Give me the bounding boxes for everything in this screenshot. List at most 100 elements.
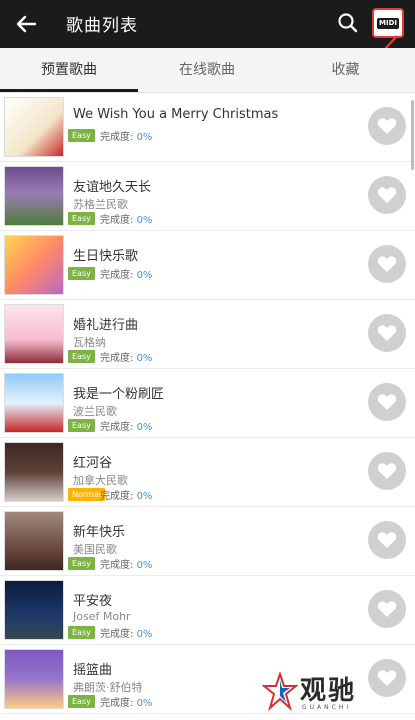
watermark-text: 观驰 xyxy=(300,676,357,706)
completion-progress: 完成度: 0% xyxy=(100,487,152,502)
completion-label: 完成度: xyxy=(100,270,134,281)
song-list[interactable]: We Wish You a Merry Christmas Easy 完成度: 0%… xyxy=(0,93,415,714)
album-cover xyxy=(4,166,64,226)
song-artist: 美国民歌 xyxy=(73,543,117,556)
completion-progress: 完成度: 0% xyxy=(100,266,152,281)
tab-preset-songs[interactable]: 预置歌曲 xyxy=(0,48,138,92)
album-cover xyxy=(4,442,64,502)
completion-label: 完成度: xyxy=(100,215,134,226)
completion-label: 完成度: xyxy=(100,353,134,364)
song-artist: 苏格兰民歌 xyxy=(73,198,128,211)
album-cover xyxy=(4,235,64,295)
difficulty-badge: Easy xyxy=(68,419,95,432)
page-title: 歌曲列表 xyxy=(66,16,138,36)
tab-online-songs[interactable]: 在线歌曲 xyxy=(138,48,276,92)
completion-value: 0% xyxy=(136,132,153,143)
midi-label: MIDI xyxy=(377,18,399,29)
song-row[interactable]: 生日快乐歌 Easy 完成度: 0% xyxy=(0,231,415,300)
song-title: 生日快乐歌 xyxy=(73,249,139,264)
completion-value: 0% xyxy=(136,629,153,640)
song-row[interactable]: 友谊地久天长 苏格兰民歌 Easy 完成度: 0% xyxy=(0,162,415,231)
difficulty-badge: Easy xyxy=(68,350,95,363)
heart-icon xyxy=(377,118,397,134)
completion-value: 0% xyxy=(136,270,153,281)
completion-progress: 完成度: 0% xyxy=(100,128,152,143)
active-tab-indicator xyxy=(0,89,138,92)
completion-progress: 完成度: 0% xyxy=(100,211,152,226)
song-row[interactable]: 我是一个粉刷匠 波兰民歌 Easy 完成度: 0% xyxy=(0,369,415,438)
completion-value: 0% xyxy=(136,560,153,571)
difficulty-badge: Easy xyxy=(68,695,95,708)
heart-icon xyxy=(377,394,397,410)
heart-icon xyxy=(377,187,397,203)
completion-label: 完成度: xyxy=(100,491,134,502)
song-title: 摇篮曲 xyxy=(73,663,113,678)
difficulty-badge: Easy xyxy=(68,129,95,142)
song-row[interactable]: 红河谷 加拿大民歌 Normal 完成度: 0% xyxy=(0,438,415,507)
album-cover xyxy=(4,373,64,433)
song-title: 我是一个粉刷匠 xyxy=(73,387,165,402)
favorite-button[interactable] xyxy=(368,314,406,352)
completion-label: 完成度: xyxy=(100,422,134,433)
song-title: 友谊地久天长 xyxy=(73,180,152,195)
favorite-button[interactable] xyxy=(368,521,406,559)
completion-progress: 完成度: 0% xyxy=(100,556,152,571)
completion-label: 完成度: xyxy=(100,629,134,640)
tab-bar: 预置歌曲 在线歌曲 收藏 xyxy=(0,48,415,93)
album-cover xyxy=(4,580,64,640)
favorite-button[interactable] xyxy=(368,176,406,214)
completion-value: 0% xyxy=(136,491,153,502)
song-row[interactable]: We Wish You a Merry Christmas Easy 完成度: 0% xyxy=(0,93,415,162)
favorite-button[interactable] xyxy=(368,383,406,421)
song-artist: 加拿大民歌 xyxy=(73,474,128,487)
favorite-button[interactable] xyxy=(368,452,406,490)
song-row[interactable]: 婚礼进行曲瓦格纳 Easy 完成度: 0% xyxy=(0,300,415,369)
tab-favorites[interactable]: 收藏 xyxy=(276,48,415,92)
song-artist: 弗朗茨·舒伯特 xyxy=(73,681,143,694)
heart-icon xyxy=(377,601,397,617)
song-artist: 瓦格纳 xyxy=(73,336,106,349)
song-title: 平安夜 xyxy=(73,594,113,609)
song-title: 新年快乐 xyxy=(73,525,126,540)
song-row[interactable]: 平安夜 Josef Mohr Easy 完成度: 0% xyxy=(0,576,415,645)
completion-progress: 完成度: 0% xyxy=(100,418,152,433)
watermark-logo: 观驰 GUANCHI xyxy=(262,668,392,716)
completion-value: 0% xyxy=(136,422,153,433)
song-title: We Wish You a Merry Christmas xyxy=(73,107,279,122)
heart-icon xyxy=(377,463,397,479)
app-header: 歌曲列表 MIDI xyxy=(0,0,415,48)
album-cover xyxy=(4,304,64,364)
heart-icon xyxy=(377,325,397,341)
star-logo-icon xyxy=(262,672,298,712)
song-title: 婚礼进行曲 xyxy=(73,318,139,333)
watermark-subtext: GUANCHI xyxy=(302,704,352,711)
completion-label: 完成度: xyxy=(100,698,134,709)
completion-value: 0% xyxy=(136,353,153,364)
heart-icon xyxy=(377,256,397,272)
completion-progress: 完成度: 0% xyxy=(100,349,152,364)
song-artist: Josef Mohr xyxy=(73,610,131,623)
completion-label: 完成度: xyxy=(100,560,134,571)
heart-icon xyxy=(377,532,397,548)
album-cover xyxy=(4,97,64,157)
difficulty-badge: Easy xyxy=(68,557,95,570)
song-artist: 波兰民歌 xyxy=(73,405,117,418)
completion-progress: 完成度: 0% xyxy=(100,625,152,640)
completion-value: 0% xyxy=(136,215,153,226)
search-button[interactable] xyxy=(334,9,362,37)
search-icon xyxy=(338,13,358,33)
song-row[interactable]: 新年快乐美国民歌 Easy 完成度: 0% xyxy=(0,507,415,576)
back-button[interactable] xyxy=(10,8,42,40)
album-cover xyxy=(4,649,64,709)
arrow-left-icon xyxy=(16,15,37,33)
favorite-button[interactable] xyxy=(368,107,406,145)
favorite-button[interactable] xyxy=(368,245,406,283)
completion-value: 0% xyxy=(136,698,153,709)
midi-button[interactable]: MIDI xyxy=(372,8,404,38)
difficulty-badge: Easy xyxy=(68,212,95,225)
album-cover xyxy=(4,511,64,571)
favorite-button[interactable] xyxy=(368,590,406,628)
song-title: 红河谷 xyxy=(73,456,113,471)
completion-progress: 完成度: 0% xyxy=(100,694,152,709)
scrollbar[interactable] xyxy=(411,100,414,170)
